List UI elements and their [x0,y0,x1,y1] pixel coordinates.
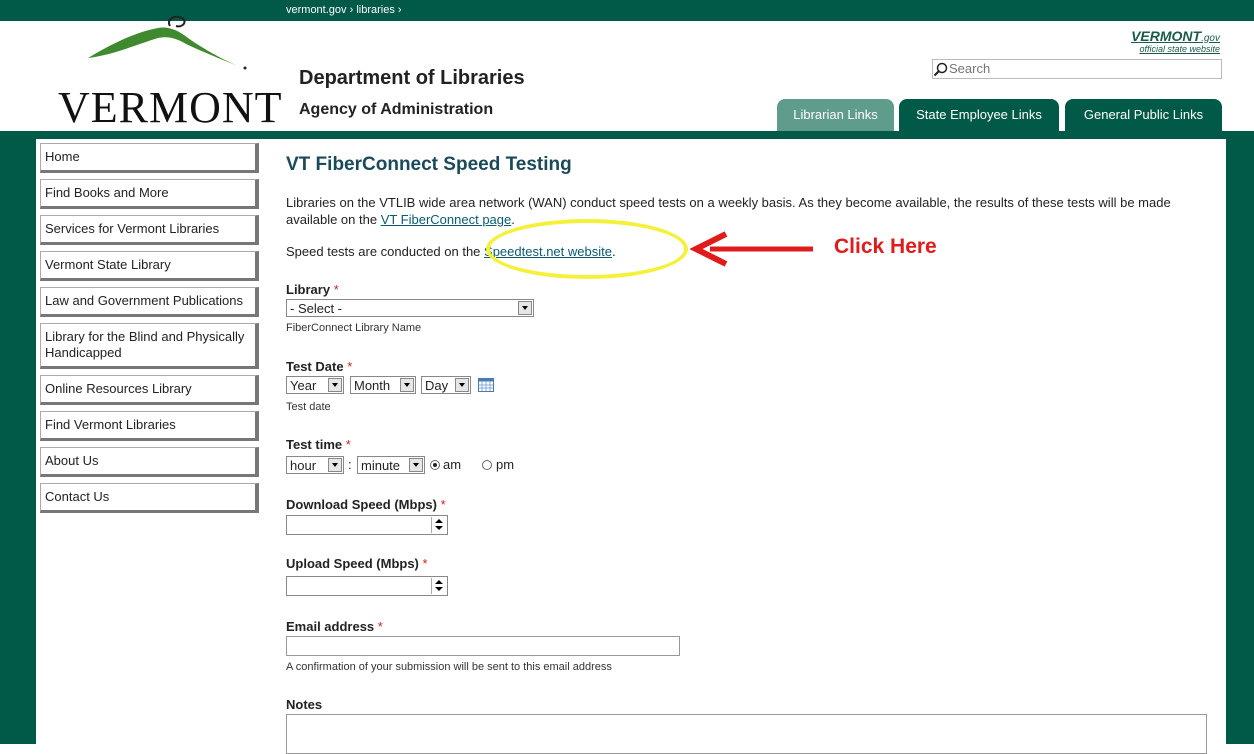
test-date-label-text: Test Date [286,359,344,374]
download-speed-label-text: Download Speed (Mbps) [286,497,437,512]
required-mark: * [347,359,353,374]
sidebar-item-blind-handicapped[interactable]: Library for the Blind and Physically Han… [40,323,259,369]
day-select-value: Day [425,378,449,393]
sidebar-item-online-resources[interactable]: Online Resources Library [40,375,259,405]
breadcrumb-separator: › [349,4,354,16]
email-help: A confirmation of your submission will b… [286,661,612,673]
sidebar-item-services[interactable]: Services for Vermont Libraries [40,215,259,245]
vermont-gov-link[interactable]: VERMONT.gov official state website [1131,28,1220,54]
upload-speed-label: Upload Speed (Mbps) * [286,556,428,571]
department-title: Department of Libraries [299,67,525,89]
notes-textarea[interactable] [286,714,1207,754]
tab-librarian-links[interactable]: Librarian Links [777,99,894,131]
chevron-down-icon [518,301,532,315]
sidebar-item-law-government[interactable]: Law and Government Publications [40,287,259,317]
red-arrow-icon [690,231,813,267]
sidebar-item-find-libraries[interactable]: Find Vermont Libraries [40,411,259,441]
time-colon: : [348,457,352,472]
header-divider [0,131,1254,139]
intro-end: . [511,212,515,227]
breadcrumb: vermont.gov › libraries › [286,4,402,16]
breadcrumb-libraries[interactable]: libraries [356,4,395,16]
upload-speed-input[interactable] [286,576,448,596]
pm-label: pm [496,457,515,472]
required-mark: * [377,619,383,634]
tab-state-employee-links[interactable]: State Employee Links [899,99,1059,131]
day-select[interactable]: Day [421,376,471,394]
chevron-down-icon [455,378,469,392]
search-box [932,59,1222,79]
left-border [0,139,36,744]
spinner-arrows-icon[interactable] [431,517,446,533]
chevron-down-icon [328,458,342,472]
minute-select-value: minute [361,458,401,473]
sidebar-item-home[interactable]: Home [40,143,259,173]
email-field[interactable] [286,636,680,656]
library-label: Library * [286,282,339,297]
vt-fiberconnect-link[interactable]: VT FiberConnect page [381,212,512,227]
sidebar-nav: Home Find Books and More Services for Ve… [40,143,265,519]
hour-select[interactable]: hour [286,456,344,474]
library-help: FiberConnect Library Name [286,322,422,334]
year-select-value: Year [290,378,317,393]
breadcrumb-vermont-gov[interactable]: vermont.gov [286,4,347,16]
hour-select-value: hour [290,458,317,473]
am-label: am [443,457,462,472]
sidebar-item-contact-us[interactable]: Contact Us [40,483,259,513]
vermont-gov-tagline: official state website [1139,44,1220,54]
speedtest-text: Speed tests are conducted on the [286,244,485,259]
intro-paragraph: Libraries on the VTLIB wide area network… [286,194,1216,228]
pm-radio[interactable] [482,460,492,470]
month-select-value: Month [354,378,391,393]
click-here-annotation: Click Here [834,235,937,258]
sidebar-item-about-us[interactable]: About Us [40,447,259,477]
download-speed-label: Download Speed (Mbps) * [286,497,446,512]
test-time-label: Test time * [286,437,351,452]
download-speed-input[interactable] [286,515,448,535]
year-select[interactable]: Year [286,376,344,394]
chevron-down-icon [400,378,414,392]
required-mark: * [440,497,446,512]
am-radio[interactable] [430,460,440,470]
sidebar-item-state-library[interactable]: Vermont State Library [40,251,259,281]
library-label-text: Library [286,282,331,297]
required-mark: * [422,556,428,571]
test-time-label-text: Test time [286,437,343,452]
email-label: Email address * [286,619,383,634]
agency-subtitle: Agency of Administration [299,101,494,118]
chevron-down-icon [328,378,342,392]
month-select[interactable]: Month [350,376,416,394]
vermont-logo-text[interactable]: VERMONT [58,82,283,133]
test-date-help: Test date [286,401,331,413]
notes-label: Notes [286,697,323,712]
library-select[interactable]: - Select - [286,299,534,317]
search-icon[interactable] [933,61,949,77]
highlight-ellipse [486,219,688,279]
chevron-down-icon [409,458,423,472]
email-label-text: Email address [286,619,375,634]
upload-speed-label-text: Upload Speed (Mbps) [286,556,419,571]
calendar-icon[interactable] [478,378,494,392]
vermont-gov-brand: VERMONT [1131,28,1202,44]
library-select-value: - Select - [290,301,343,316]
vermont-gov-suffix: .gov [1201,33,1220,44]
breadcrumb-separator: › [397,4,402,16]
right-border [1226,139,1254,744]
tab-general-public-links[interactable]: General Public Links [1065,99,1222,131]
minute-select[interactable]: minute [357,456,425,474]
sidebar-item-find-books[interactable]: Find Books and More [40,179,259,209]
required-mark: * [333,282,339,297]
page-title: VT FiberConnect Speed Testing [286,154,572,175]
spinner-arrows-icon[interactable] [431,578,446,594]
required-mark: * [345,437,351,452]
test-date-label: Test Date * [286,359,352,374]
search-input[interactable] [949,60,1217,76]
